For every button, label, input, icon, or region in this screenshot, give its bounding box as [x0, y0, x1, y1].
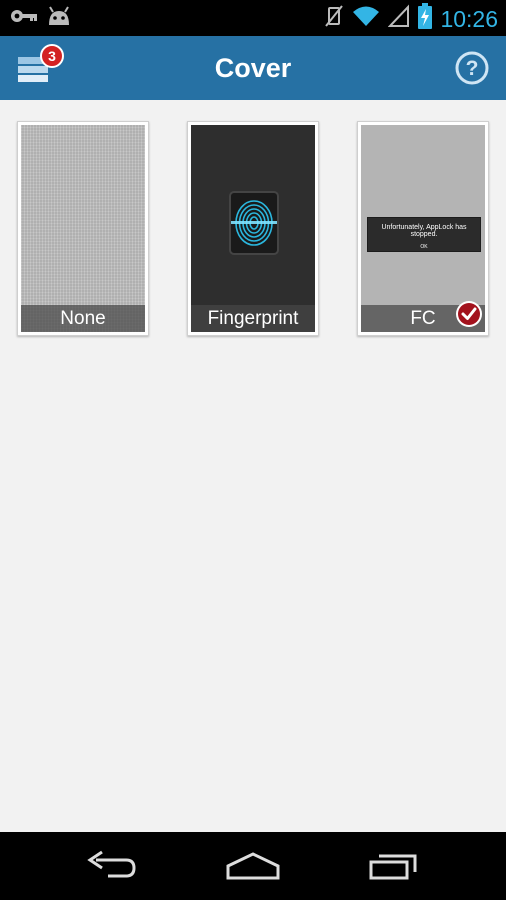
fingerprint-icon — [231, 200, 277, 257]
cover-preview-fingerprint: Fingerprint — [191, 125, 315, 332]
help-button[interactable]: ? — [454, 50, 490, 86]
vibrate-off-icon — [324, 4, 344, 33]
wifi-icon — [352, 4, 380, 33]
home-icon — [223, 852, 283, 890]
force-close-dialog-preview: Unfortunately, AppLock has stopped. OK — [367, 217, 481, 252]
cover-option-fc[interactable]: Unfortunately, AppLock has stopped. OK F… — [357, 121, 489, 336]
clock: 10:26 — [440, 5, 498, 32]
dialog-message: Unfortunately, AppLock has stopped. — [381, 224, 467, 238]
navigation-bar — [0, 832, 506, 900]
cover-label: Fingerprint — [191, 305, 315, 332]
svg-text:?: ? — [466, 57, 479, 80]
no-signal-icon — [388, 4, 410, 33]
cover-grid: None Fingerprint Unfortunately, AppLock … — [0, 100, 506, 832]
dialog-ok-label: OK — [420, 244, 428, 250]
fingerprint-scanner — [229, 191, 279, 255]
cover-option-fingerprint[interactable]: Fingerprint — [187, 121, 319, 336]
android-icon — [46, 5, 72, 32]
key-icon — [10, 7, 38, 30]
selected-check-icon — [455, 300, 483, 328]
cover-preview-none: None — [21, 125, 145, 332]
page-title: Cover — [214, 53, 292, 83]
help-icon: ? — [454, 51, 490, 90]
battery-charging-icon — [418, 3, 433, 34]
recent-apps-icon — [365, 854, 425, 890]
notification-badge: 3 — [40, 44, 64, 68]
menu-button[interactable]: 3 — [14, 42, 70, 94]
cover-option-none[interactable]: None — [17, 121, 149, 336]
home-button[interactable] — [223, 846, 283, 886]
recent-apps-button[interactable] — [365, 846, 425, 886]
status-bar: 10:26 — [0, 0, 506, 36]
action-bar: Cover 3 ? — [0, 36, 506, 100]
cover-label: None — [21, 305, 145, 332]
cover-preview-fc: Unfortunately, AppLock has stopped. OK F… — [361, 125, 485, 332]
back-button[interactable] — [82, 846, 142, 886]
back-icon — [82, 850, 142, 890]
